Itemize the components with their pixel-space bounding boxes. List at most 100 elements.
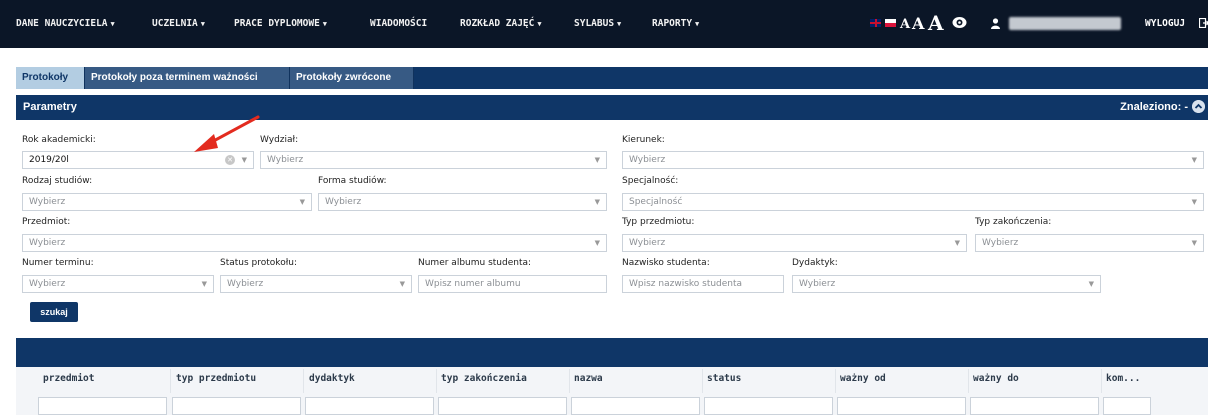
column-status[interactable]: status xyxy=(707,373,741,384)
nav-raporty[interactable]: RAPORTY ▼ xyxy=(652,18,699,29)
specjalnosc-select[interactable]: Specjalność ▼ xyxy=(622,193,1204,211)
numer-albumu-label: Numer albumu studenta: xyxy=(418,258,532,268)
chevron-down-icon: ▼ xyxy=(110,20,115,28)
wydzial-select[interactable]: Wybierz ▼ xyxy=(260,151,607,169)
column-divider xyxy=(1101,369,1102,393)
rok-akademicki-label: Rok akademicki: xyxy=(22,135,96,145)
filter-nazwa-input[interactable] xyxy=(571,397,700,415)
tab-protokoly[interactable]: Protokoły xyxy=(16,67,85,89)
rodzaj-studiow-select[interactable]: Wybierz ▼ xyxy=(22,193,312,211)
nazwisko-studenta-placeholder: Wpisz nazwisko studenta xyxy=(629,279,743,289)
nav-label: RAPORTY xyxy=(652,18,693,29)
wydzial-label: Wydział: xyxy=(260,135,299,145)
collapse-icon[interactable] xyxy=(1192,100,1205,113)
chevron-down-icon: ▼ xyxy=(695,20,700,28)
font-size-medium-button[interactable]: A xyxy=(912,14,924,33)
forma-studiow-value: Wybierz xyxy=(325,197,362,207)
column-divider xyxy=(968,369,969,393)
typ-przedmiotu-select[interactable]: Wybierz ▼ xyxy=(622,234,967,252)
status-protokolu-label: Status protokołu: xyxy=(220,258,297,268)
column-typ-przedmiotu[interactable]: typ przedmiotu xyxy=(176,373,256,384)
user-name-redacted xyxy=(1009,17,1121,30)
kierunek-select[interactable]: Wybierz ▼ xyxy=(622,151,1204,169)
font-size-small-button[interactable]: A xyxy=(900,17,910,32)
nav-uczelnia[interactable]: UCZELNIA ▼ xyxy=(152,18,205,29)
chevron-down-icon: ▼ xyxy=(322,20,328,28)
tab-protokoly-zwrocone[interactable]: Protokoły zwrócone xyxy=(290,67,414,89)
chevron-down-icon: ▼ xyxy=(201,280,207,288)
dydaktyk-value: Wybierz xyxy=(799,279,836,289)
column-nazwa[interactable]: nazwa xyxy=(574,373,603,384)
column-divider xyxy=(170,369,171,393)
typ-przedmiotu-label: Typ przedmiotu: xyxy=(622,217,695,227)
column-divider xyxy=(702,369,703,393)
nav-sylabus[interactable]: SYLABUS ▼ xyxy=(574,18,621,29)
forma-studiow-label: Forma studiów: xyxy=(318,176,387,186)
nav-wiadomosci[interactable]: WIADOMOŚCI xyxy=(370,18,427,29)
pl-flag-icon[interactable] xyxy=(885,19,896,27)
numer-terminu-value: Wybierz xyxy=(29,279,66,289)
numer-albumu-placeholder: Wpisz numer albumu xyxy=(425,279,521,289)
filter-status-input[interactable] xyxy=(704,397,833,415)
numer-terminu-select[interactable]: Wybierz ▼ xyxy=(22,275,214,293)
przedmiot-select[interactable]: Wybierz ▼ xyxy=(22,234,607,252)
column-dydaktyk[interactable]: dydaktyk xyxy=(309,373,355,384)
dydaktyk-label: Dydaktyk: xyxy=(792,258,838,268)
nav-rozklad-zajec[interactable]: ROZKŁAD ZAJĘĆ ▼ xyxy=(460,18,542,29)
chevron-down-icon: ▼ xyxy=(594,198,600,206)
nazwisko-studenta-label: Nazwisko studenta: xyxy=(622,258,710,268)
chevron-down-icon: ▼ xyxy=(200,20,205,28)
numer-albumu-input[interactable]: Wpisz numer albumu xyxy=(418,275,607,293)
filter-typ-zakonczenia-input[interactable] xyxy=(438,397,567,415)
eye-icon[interactable] xyxy=(952,16,967,29)
status-protokolu-value: Wybierz xyxy=(227,279,264,289)
font-size-large-button[interactable]: A xyxy=(928,11,944,35)
uk-flag-icon[interactable] xyxy=(870,19,881,27)
filter-przedmiot-input[interactable] xyxy=(38,397,167,415)
status-protokolu-select[interactable]: Wybierz ▼ xyxy=(220,275,412,293)
column-divider xyxy=(436,369,437,393)
column-wazny-od[interactable]: ważny od xyxy=(840,373,886,384)
chevron-down-icon: ▼ xyxy=(299,198,305,206)
chevron-down-icon: ▼ xyxy=(617,20,622,28)
wydzial-value: Wybierz xyxy=(267,155,304,165)
typ-zakonczenia-label: Typ zakończenia: xyxy=(975,217,1052,227)
typ-zakonczenia-select[interactable]: Wybierz ▼ xyxy=(975,234,1204,252)
kierunek-value: Wybierz xyxy=(629,155,666,165)
nazwisko-studenta-input[interactable]: Wpisz nazwisko studenta xyxy=(622,275,784,293)
nav-label: WIADOMOŚCI xyxy=(370,18,428,29)
found-count: Znaleziono: - xyxy=(1120,101,1188,113)
filter-typ-przedmiotu-input[interactable] xyxy=(172,397,301,415)
column-divider xyxy=(303,369,304,393)
logout-icon[interactable] xyxy=(1199,18,1208,28)
nav-label: ROZKŁAD ZAJĘĆ xyxy=(460,18,535,29)
clear-icon[interactable]: ✕ xyxy=(225,155,235,165)
chevron-down-icon: ▼ xyxy=(594,239,600,247)
filter-wazny-do-input[interactable] xyxy=(970,397,1099,415)
tab-protokoly-poza-terminem[interactable]: Protokoły poza terminem ważności xyxy=(85,67,290,89)
chevron-down-icon: ▼ xyxy=(1191,239,1197,247)
nav-prace-dyplomowe[interactable]: PRACE DYPLOMOWE ▼ xyxy=(234,18,327,29)
column-przedmiot[interactable]: przedmiot xyxy=(43,373,94,384)
nav-dane-nauczyciela[interactable]: DANE NAUCZYCIELA ▼ xyxy=(16,18,115,29)
chevron-down-icon: ▼ xyxy=(399,280,405,288)
chevron-down-icon: ▼ xyxy=(954,239,960,247)
specjalnosc-value: Specjalność xyxy=(629,197,683,207)
przedmiot-label: Przedmiot: xyxy=(22,217,71,227)
column-komentarz[interactable]: kom... xyxy=(1106,373,1140,384)
filter-komentarz-input[interactable] xyxy=(1103,397,1151,415)
dydaktyk-select[interactable]: Wybierz ▼ xyxy=(792,275,1101,293)
logout-button[interactable]: WYLOGUJ xyxy=(1145,18,1185,29)
search-button[interactable]: szukaj xyxy=(30,302,78,322)
chevron-down-icon: ▼ xyxy=(1088,280,1094,288)
column-typ-zakonczenia[interactable]: typ zakończenia xyxy=(441,373,527,384)
chevron-down-icon: ▼ xyxy=(537,20,542,28)
forma-studiow-select[interactable]: Wybierz ▼ xyxy=(318,193,607,211)
column-wazny-do[interactable]: ważny do xyxy=(973,373,1019,384)
przedmiot-value: Wybierz xyxy=(29,238,66,248)
filter-wazny-od-input[interactable] xyxy=(837,397,966,415)
top-navigation-bar: DANE NAUCZYCIELA ▼ UCZELNIA ▼ PRACE DYPLOM… xyxy=(0,0,1208,48)
nav-label: UCZELNIA xyxy=(152,18,198,29)
typ-zakonczenia-value: Wybierz xyxy=(982,238,1019,248)
filter-dydaktyk-input[interactable] xyxy=(305,397,434,415)
